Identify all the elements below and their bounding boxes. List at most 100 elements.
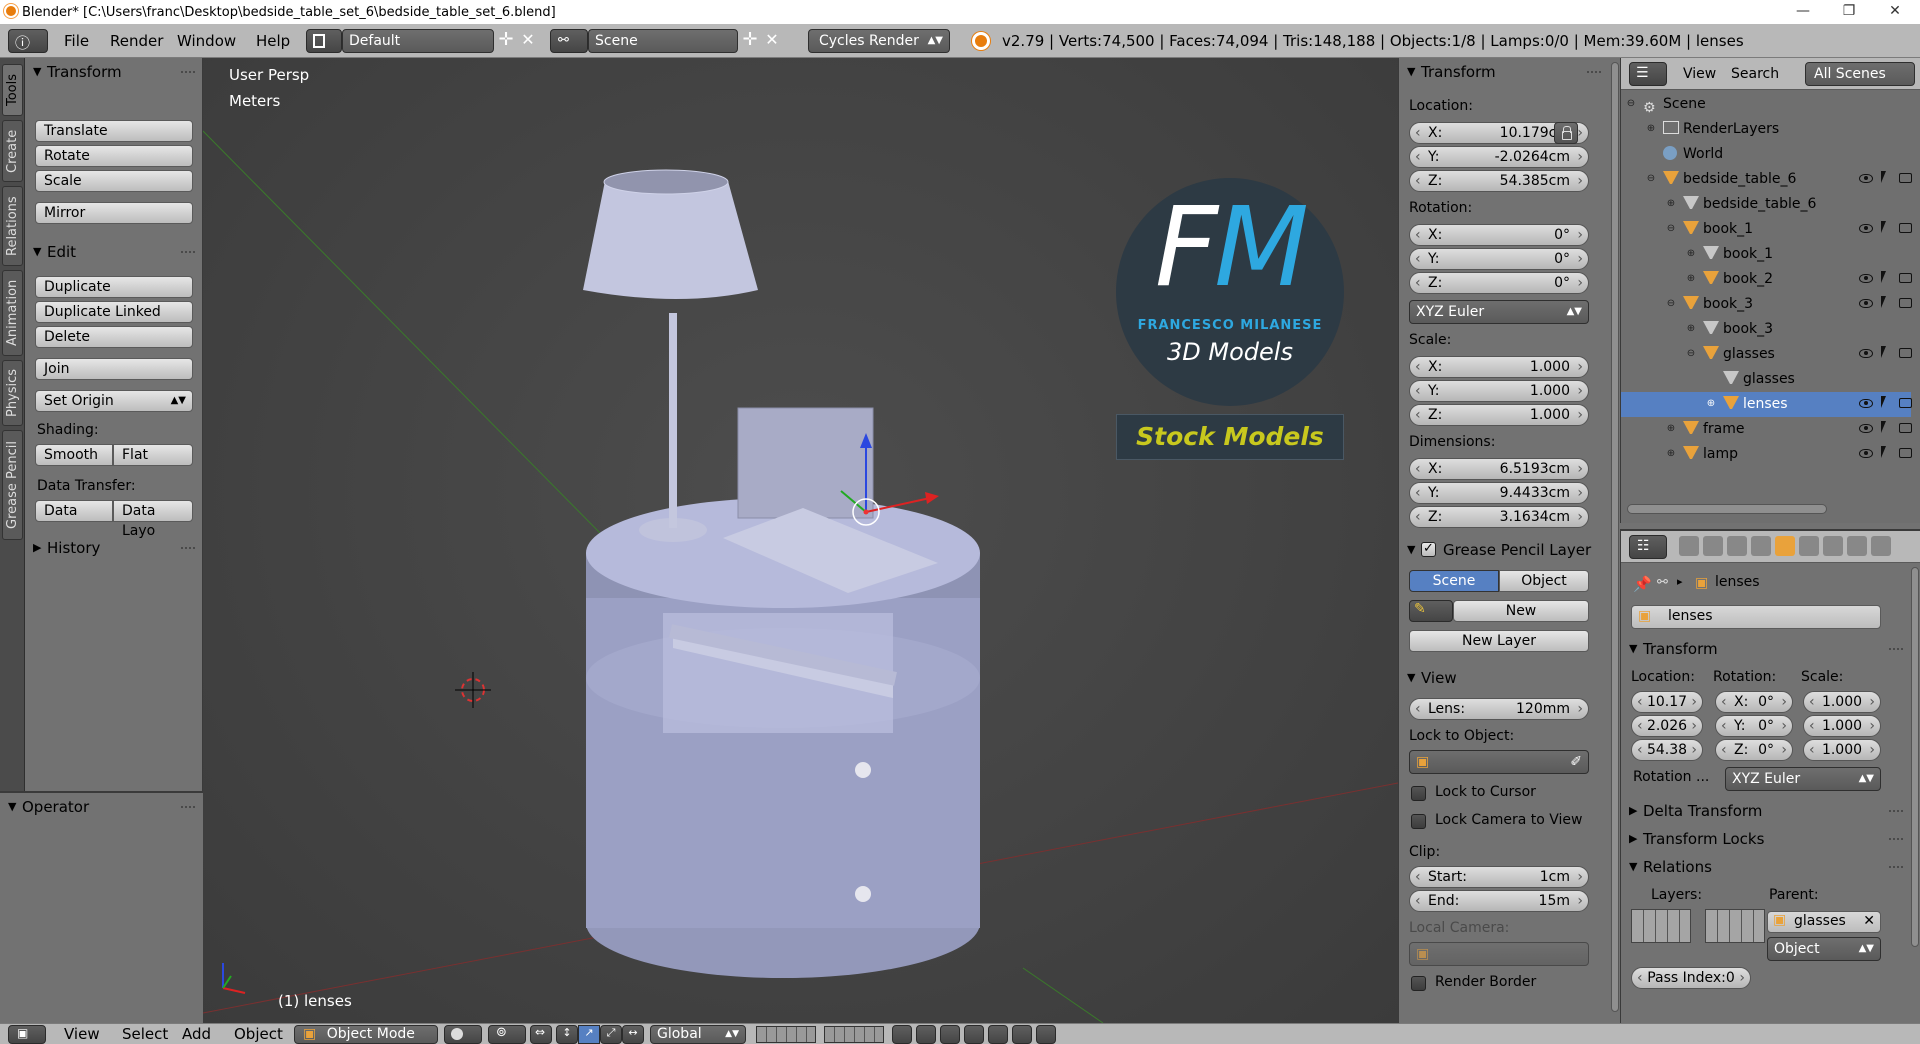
view-menu[interactable]: View: [64, 1024, 100, 1044]
select-cursor-icon[interactable]: [1881, 346, 1886, 358]
scene-layers-grid-2[interactable]: [824, 1026, 884, 1043]
lock-to-cursor-checkbox[interactable]: [1411, 786, 1426, 801]
gp-scene-button[interactable]: Scene: [1409, 570, 1499, 592]
rotation-mode-select[interactable]: XYZ Euler ▲▼: [1409, 300, 1589, 324]
collapse-icon[interactable]: ⊖: [1665, 223, 1677, 235]
tab-create[interactable]: Create: [2, 120, 23, 182]
outliner-item-lenses[interactable]: ⊕ lenses: [1621, 392, 1912, 417]
outliner-display-mode[interactable]: All Scenes: [1805, 62, 1915, 86]
opengl-render-icon[interactable]: [1012, 1025, 1032, 1044]
obj-rot-y-field[interactable]: Y: 0°: [1715, 715, 1793, 737]
scene-field[interactable]: Scene: [588, 29, 738, 53]
outliner-item-book3[interactable]: ⊖ book_3: [1621, 292, 1912, 317]
clip-end-field[interactable]: End: 15m: [1409, 890, 1589, 912]
eye-icon[interactable]: [1859, 274, 1873, 283]
outliner-item-frame[interactable]: ⊕ frame: [1621, 417, 1912, 442]
obj-scale-x-field[interactable]: 1.000: [1803, 691, 1881, 713]
tab-physics[interactable]: Physics: [2, 360, 23, 426]
menu-help[interactable]: Help: [244, 24, 302, 58]
n-panel-scrollbar[interactable]: [1611, 62, 1619, 1012]
collapse-icon[interactable]: ⊖: [1625, 98, 1637, 110]
render-tab-icon[interactable]: [1679, 536, 1699, 556]
layers-grid-1[interactable]: [1631, 909, 1691, 943]
scene-selector[interactable]: ⚯: [550, 29, 588, 53]
collapse-icon[interactable]: ⊖: [1665, 298, 1677, 310]
scale-y-field[interactable]: Y: 1.000: [1409, 380, 1589, 402]
outliner-item-book1-mesh[interactable]: ⊕ book_1: [1621, 242, 1911, 267]
operator-panel-header[interactable]: ▼ Operator: [0, 793, 203, 821]
scale-manipulator-icon[interactable]: ⤢: [600, 1025, 622, 1044]
menu-render[interactable]: Render: [98, 24, 175, 58]
add-layout-icon[interactable]: ✛: [496, 29, 516, 53]
properties-editor-type[interactable]: ☷: [1629, 535, 1667, 559]
obj-scale-y-field[interactable]: 1.000: [1803, 715, 1881, 737]
expand-icon[interactable]: ⊕: [1665, 448, 1677, 460]
flat-button[interactable]: Flat: [113, 444, 193, 466]
lens-field[interactable]: Lens: 120mm: [1409, 698, 1589, 720]
lock-object-field[interactable]: ▣ ✐: [1409, 750, 1589, 774]
select-cursor-icon[interactable]: [1881, 446, 1886, 458]
delete-button[interactable]: Delete: [35, 326, 193, 348]
outliner-view-menu[interactable]: View: [1683, 58, 1716, 90]
modifiers-tab-icon[interactable]: [1823, 536, 1843, 556]
scale-button[interactable]: Scale: [35, 170, 193, 192]
bedside-table-model[interactable]: [583, 169, 980, 978]
constraints-tab-icon[interactable]: [1799, 536, 1819, 556]
scene-tab-icon[interactable]: [1727, 536, 1747, 556]
rotation-z-field[interactable]: Z: 0°: [1409, 272, 1589, 294]
history-panel-header[interactable]: ▶ History: [25, 534, 203, 562]
outliner-item-book1[interactable]: ⊖ book_1: [1621, 217, 1912, 242]
select-cursor-icon[interactable]: [1881, 421, 1886, 433]
snap-toggle-icon[interactable]: [940, 1025, 960, 1044]
panel-grip-icon[interactable]: [181, 251, 195, 254]
eye-icon[interactable]: [1859, 399, 1873, 408]
select-cursor-icon[interactable]: [1881, 171, 1886, 183]
translate-manipulator-icon[interactable]: ↕: [556, 1025, 578, 1044]
rotation-x-field[interactable]: X: 0°: [1409, 224, 1589, 246]
eye-icon[interactable]: [1859, 349, 1873, 358]
pin-icon[interactable]: 📌: [1633, 575, 1652, 593]
panel-grip-icon[interactable]: [181, 547, 195, 550]
collapse-icon[interactable]: ⊖: [1645, 173, 1657, 185]
clear-icon[interactable]: ✕: [1863, 913, 1875, 929]
3d-cursor[interactable]: [455, 672, 491, 708]
layers-grid-2[interactable]: [1705, 909, 1765, 943]
expand-icon[interactable]: ⊕: [1685, 273, 1697, 285]
local-camera-field[interactable]: ▣: [1409, 942, 1589, 966]
obj-rot-z-field[interactable]: Z: 0°: [1715, 739, 1793, 761]
gp-new-button[interactable]: New: [1453, 600, 1589, 622]
panel-grip-icon[interactable]: [181, 806, 195, 809]
location-z-field[interactable]: Z: 54.385cm: [1409, 170, 1589, 192]
eye-icon[interactable]: [1859, 424, 1873, 433]
panel-grip-icon[interactable]: [1889, 838, 1903, 841]
eye-icon[interactable]: [1859, 224, 1873, 233]
proportional-edit-icon[interactable]: [916, 1025, 936, 1044]
select-cursor-icon[interactable]: [1881, 396, 1886, 408]
relations-header[interactable]: ▼ Relations: [1621, 853, 1911, 881]
view-panel-header[interactable]: ▼ View: [1399, 664, 1609, 692]
world-tab-icon[interactable]: [1751, 536, 1771, 556]
gizmo-x-arrow[interactable]: [925, 492, 939, 504]
outliner-item-bedside-table[interactable]: ⊖ bedside_table_6: [1621, 167, 1912, 192]
properties-scrollbar[interactable]: [1911, 567, 1919, 947]
add-scene-icon[interactable]: ✛: [740, 29, 760, 53]
gp-object-button[interactable]: Object: [1499, 570, 1589, 592]
outliner-item-renderlayers[interactable]: ⊕ RenderLayers: [1621, 117, 1911, 142]
opengl-anim-icon[interactable]: [1036, 1025, 1056, 1044]
add-menu[interactable]: Add: [182, 1024, 211, 1044]
pass-index-field[interactable]: Pass Index:0: [1631, 967, 1751, 989]
scale-z-field[interactable]: Z: 1.000: [1409, 404, 1589, 426]
lock-icon[interactable]: [1554, 122, 1578, 144]
scale-x-field[interactable]: X: 1.000: [1409, 356, 1589, 378]
tab-relations[interactable]: Relations: [2, 186, 23, 266]
lock-camera-checkbox[interactable]: [1411, 814, 1426, 829]
object-name-field[interactable]: ▣ lenses: [1631, 605, 1881, 629]
rotate-manipulator-icon[interactable]: ↗: [578, 1025, 600, 1044]
outliner-item-lamp[interactable]: ⊕ lamp: [1621, 442, 1912, 467]
obj-transform-header[interactable]: ▼ Transform: [1621, 635, 1911, 663]
select-cursor-icon[interactable]: [1881, 271, 1886, 283]
render-camera-icon[interactable]: [1899, 423, 1912, 433]
expand-icon[interactable]: ⊕: [1685, 248, 1697, 260]
data-layout-button[interactable]: Data Layo: [113, 500, 193, 539]
smooth-button[interactable]: Smooth: [35, 444, 113, 466]
